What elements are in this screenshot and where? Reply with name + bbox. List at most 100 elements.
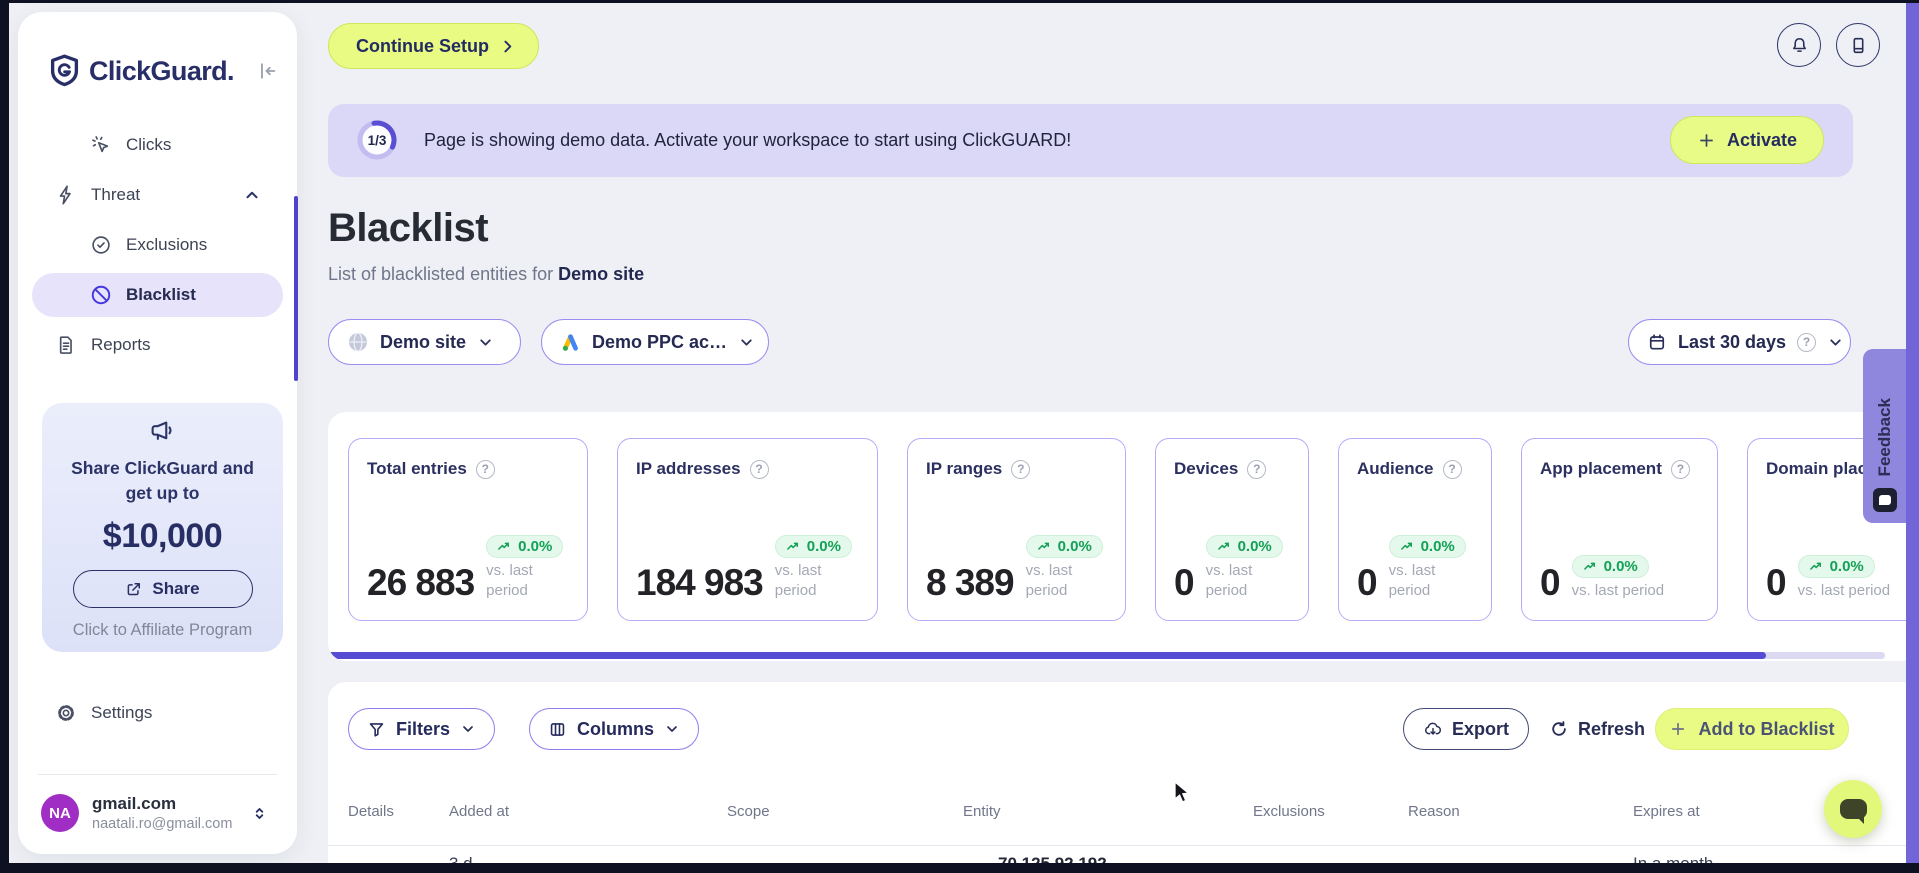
demo-data-banner: 1/3 Page is showing demo data. Activate … (328, 104, 1853, 177)
affiliate-promo-card[interactable]: Share ClickGuard and get up to $10,000 S… (42, 403, 283, 652)
sidebar-item-blacklist[interactable]: Blacklist (32, 273, 283, 317)
columns-button[interactable]: Columns (529, 708, 700, 750)
trending-up-icon (1037, 542, 1049, 550)
activate-button[interactable]: Activate (1669, 116, 1824, 164)
banner-message: Page is showing demo data. Activate your… (424, 130, 1072, 150)
promo-amount: $10,000 (102, 516, 223, 555)
ban-icon (90, 284, 112, 306)
bell-icon (1789, 35, 1810, 56)
stat-value: 0 (1766, 561, 1787, 603)
table-row[interactable]: 3 d 70.125.92.192 In a month (348, 854, 1899, 863)
page-subtitle-entity: Demo site (558, 264, 645, 284)
refresh-button[interactable]: Refresh (1549, 708, 1645, 750)
column-header-reason[interactable]: Reason (1408, 803, 1633, 820)
chevron-up-icon (243, 186, 261, 204)
help-icon[interactable]: ? (1011, 459, 1031, 479)
stats-cards-row: Total entries? 26 883 0.0% vs. last peri… (348, 438, 1919, 621)
cards-horizontal-scrollbar-thumb[interactable] (328, 652, 1766, 659)
export-button[interactable]: Export (1403, 708, 1530, 750)
cell-added-at: 3 d (449, 854, 727, 863)
trending-up-icon (1583, 562, 1595, 570)
stat-card-devices: Devices? 0 0.0% vs. last period (1155, 438, 1309, 621)
stat-card-total-entries: Total entries? 26 883 0.0% vs. last peri… (348, 438, 588, 621)
column-header-added-at[interactable]: Added at (449, 803, 727, 820)
sidebar-item-settings[interactable]: Settings (32, 688, 283, 738)
page-vertical-scrollbar[interactable] (1906, 3, 1919, 863)
sidebar: ClickGuard. Clicks Threat Exclusions Bla… (18, 12, 297, 854)
nav-label: Exclusions (126, 235, 208, 254)
sidebar-divider (38, 774, 277, 775)
stat-title: Devices (1174, 459, 1239, 478)
trending-up-icon (1217, 542, 1229, 550)
sidebar-scrollbar-thumb[interactable] (294, 196, 298, 381)
stat-title: App placement (1540, 459, 1662, 478)
date-range-label: Last 30 days (1678, 331, 1787, 352)
ppc-account-selector[interactable]: Demo PPC ac… (541, 319, 769, 365)
table-header-row: Details Added at Scope Entity Exclusions… (348, 803, 1899, 820)
avatar: NA (41, 794, 79, 832)
chat-widget-button[interactable] (1824, 780, 1882, 838)
filters-button[interactable]: Filters (348, 708, 496, 750)
add-to-blacklist-label: Add to Blacklist (1698, 718, 1835, 739)
page-title: Blacklist (328, 206, 489, 250)
continue-setup-button[interactable]: Continue Setup (328, 23, 539, 69)
stat-card-ip-ranges: IP ranges? 8 389 0.0% vs. last period (907, 438, 1126, 621)
share-button[interactable]: Share (72, 569, 253, 608)
help-icon[interactable]: ? (749, 459, 769, 479)
file-text-icon (55, 334, 77, 356)
stat-sub: vs. last period (1797, 581, 1891, 599)
calendar-icon (1647, 332, 1667, 352)
cell-expires-at: In a month (1633, 854, 1899, 863)
cards-horizontal-scrollbar[interactable] (328, 652, 1885, 659)
stat-change: 0.0% (1420, 538, 1455, 555)
account-switcher[interactable]: NA gmail.com naatali.ro@gmail.com (41, 794, 283, 832)
cell-details (348, 854, 449, 863)
cell-exclusions (1253, 854, 1408, 863)
site-selector[interactable]: Demo site (328, 319, 521, 365)
column-header-entity[interactable]: Entity (963, 803, 1253, 820)
feedback-tab[interactable]: Feedback (1863, 349, 1906, 523)
stat-sub: vs. last period (1205, 562, 1253, 599)
column-header-scope[interactable]: Scope (727, 803, 963, 820)
stat-value: 184 983 (636, 561, 764, 603)
docs-button[interactable] (1836, 23, 1880, 67)
page-subtitle: List of blacklisted entities for Demo si… (328, 264, 644, 285)
add-to-blacklist-button[interactable]: Add to Blacklist (1655, 708, 1849, 750)
help-icon[interactable]: ? (1442, 459, 1462, 479)
sidebar-nav: Clicks Threat Exclusions Blacklist Repor… (32, 120, 283, 370)
megaphone-icon (149, 417, 177, 445)
stat-change: 0.0% (518, 538, 553, 555)
badge-check-icon (90, 234, 112, 256)
sidebar-item-clicks[interactable]: Clicks (32, 120, 283, 170)
nav-label: Clicks (126, 135, 172, 154)
help-icon[interactable]: ? (1247, 459, 1267, 479)
feedback-label: Feedback (1874, 397, 1894, 476)
gear-icon (55, 702, 77, 724)
sidebar-item-exclusions[interactable]: Exclusions (32, 220, 283, 270)
nav-label: Settings (91, 703, 153, 722)
sidebar-settings: Settings (32, 688, 283, 738)
cursor-click-icon (90, 134, 112, 156)
refresh-label: Refresh (1578, 718, 1646, 739)
notifications-button[interactable] (1777, 23, 1821, 67)
help-icon[interactable]: ? (1670, 459, 1690, 479)
date-range-selector[interactable]: Last 30 days ? (1628, 319, 1851, 365)
collapse-sidebar-icon[interactable] (256, 60, 278, 82)
column-header-exclusions[interactable]: Exclusions (1253, 803, 1408, 820)
globe-icon (347, 331, 369, 353)
help-icon[interactable]: ? (475, 459, 495, 479)
google-ads-icon (560, 332, 581, 353)
trending-up-icon (1400, 542, 1412, 550)
chevron-down-icon (460, 721, 476, 737)
stat-change: 0.0% (1603, 557, 1638, 575)
cell-scope (727, 854, 963, 863)
column-header-details[interactable]: Details (348, 803, 449, 820)
feedback-app-icon (1872, 488, 1897, 512)
stat-value: 0 (1357, 561, 1378, 603)
stat-change: 0.0% (1237, 538, 1272, 555)
sidebar-item-threat[interactable]: Threat (32, 170, 283, 220)
stat-value: 8 389 (926, 561, 1015, 603)
sidebar-item-reports[interactable]: Reports (32, 320, 283, 370)
blacklist-table-panel: Filters Columns Export Refresh Add to Bl… (328, 682, 1919, 863)
help-icon: ? (1797, 332, 1817, 352)
